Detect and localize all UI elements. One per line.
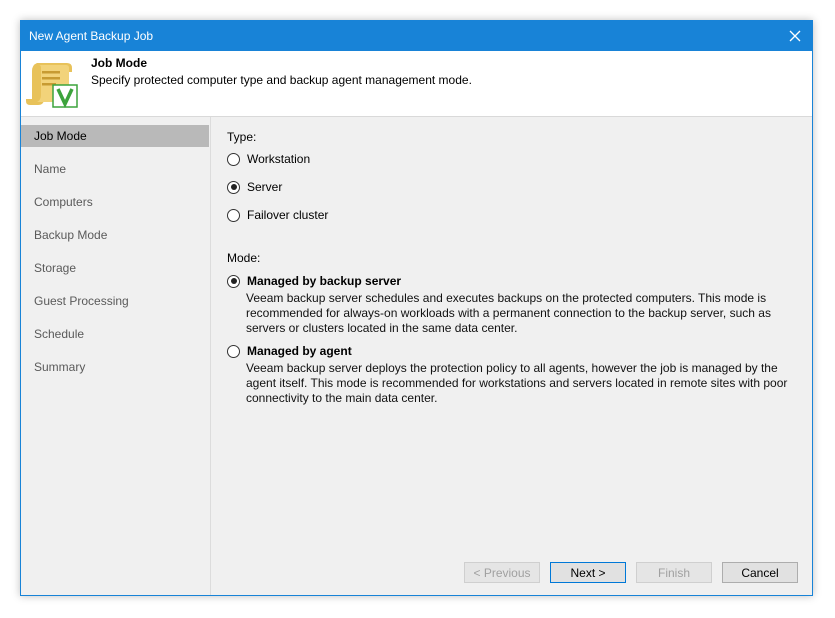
sidebar-item-name[interactable]: Name [21, 158, 209, 180]
page-subtitle: Specify protected computer type and back… [91, 73, 472, 87]
sidebar-item-storage[interactable]: Storage [21, 257, 209, 279]
dialog-window: New Agent Backup Job Job Mode Specify pr… [20, 20, 813, 596]
sidebar-item-summary[interactable]: Summary [21, 356, 209, 378]
radio-label: Managed by agent [247, 344, 352, 358]
radio-label: Workstation [247, 152, 311, 166]
managed-by-server-description: Veeam backup server schedules and execut… [246, 291, 771, 335]
close-button[interactable] [778, 21, 812, 51]
sidebar-item-backup-mode[interactable]: Backup Mode [21, 224, 209, 246]
radio-server[interactable]: Server [227, 180, 282, 194]
sidebar-item-guest-processing[interactable]: Guest Processing [21, 290, 209, 312]
managed-by-agent-description: Veeam backup server deploys the protecti… [246, 361, 788, 405]
content-panel: Type: Workstation Server Failover cluste… [210, 117, 812, 549]
radio-button[interactable] [227, 152, 240, 166]
sidebar-item-computers[interactable]: Computers [21, 191, 209, 213]
radio-button[interactable] [227, 208, 240, 222]
radio-button[interactable] [227, 344, 240, 358]
window-title: New Agent Backup Job [29, 29, 154, 43]
scroll-checkmark-icon [26, 63, 78, 109]
next-button[interactable]: Next > [550, 562, 626, 583]
radio-label: Managed by backup server [247, 274, 402, 288]
sidebar-item-job-mode[interactable]: Job Mode [21, 125, 209, 147]
radio-managed-by-backup-server[interactable]: Managed by backup server [227, 274, 401, 288]
page-title: Job Mode [91, 56, 147, 70]
title-bar[interactable]: New Agent Backup Job [21, 21, 812, 51]
radio-managed-by-agent[interactable]: Managed by agent [227, 344, 352, 358]
button-bar: < Previous Next > Finish Cancel [210, 549, 812, 595]
wizard-header: Job Mode Specify protected computer type… [21, 51, 812, 117]
type-label: Type: [227, 130, 257, 144]
mode-label: Mode: [227, 251, 261, 265]
radio-button-checked[interactable] [227, 180, 240, 194]
previous-button[interactable]: < Previous [464, 562, 540, 583]
close-icon [789, 30, 801, 42]
wizard-steps-sidebar: Job Mode Name Computers Backup Mode Stor… [21, 117, 211, 595]
radio-label: Server [247, 180, 283, 194]
cancel-button[interactable]: Cancel [722, 562, 798, 583]
radio-failover-cluster[interactable]: Failover cluster [227, 208, 328, 222]
radio-label: Failover cluster [247, 208, 329, 222]
finish-button[interactable]: Finish [636, 562, 712, 583]
radio-button-checked[interactable] [227, 274, 240, 288]
radio-workstation[interactable]: Workstation [227, 152, 310, 166]
sidebar-item-schedule[interactable]: Schedule [21, 323, 209, 345]
